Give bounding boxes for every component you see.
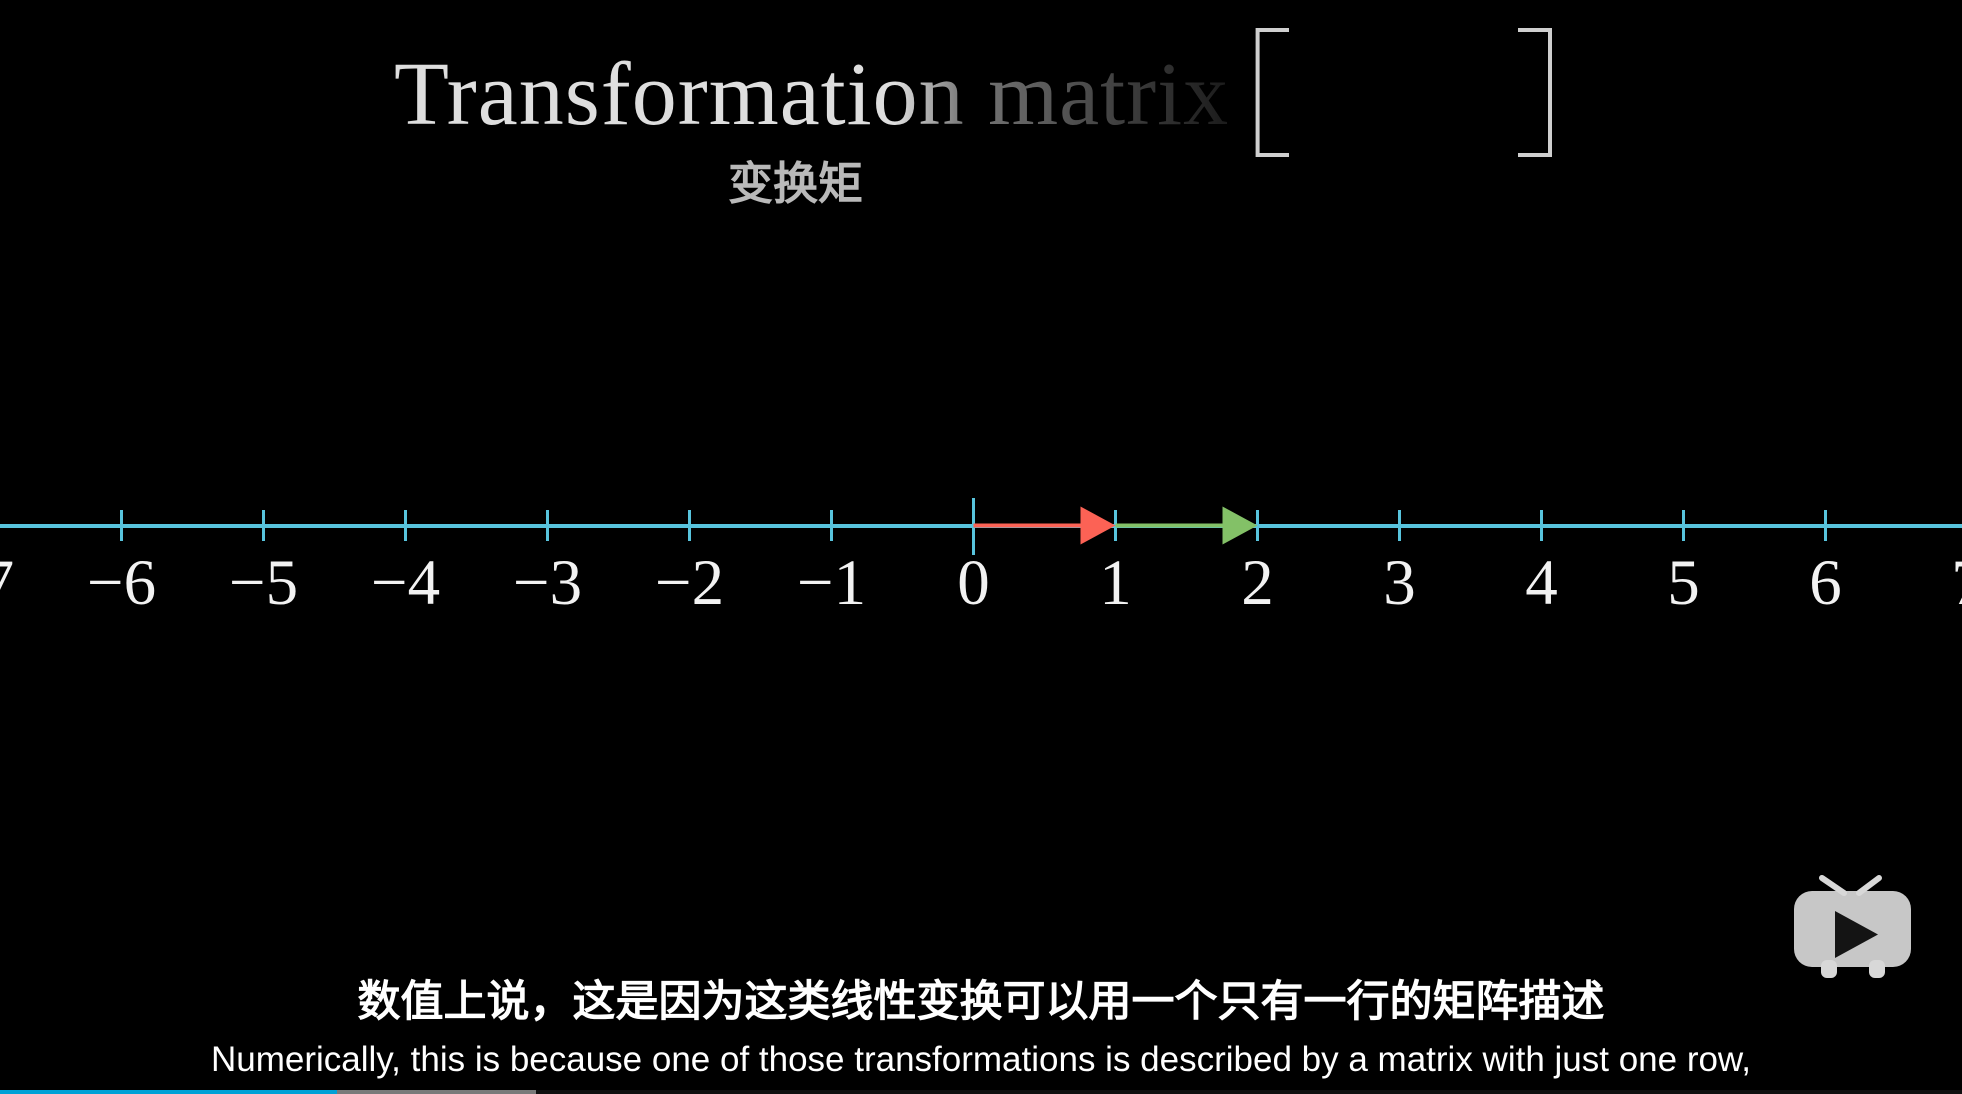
video-frame[interactable]: Transformation matrix 变换矩 −7−6−5−4−3−2−1…: [0, 0, 1962, 1094]
progress-bar[interactable]: [0, 1090, 1962, 1094]
tick-label: 1: [1099, 551, 1132, 616]
tick-label: 4: [1525, 551, 1558, 616]
tick-label: −2: [654, 551, 725, 616]
tick-label: −6: [86, 551, 157, 616]
tick-label: −3: [512, 551, 583, 616]
tick-mark: [1398, 510, 1401, 541]
tick-label: −5: [228, 551, 299, 616]
tick-label: 2: [1241, 551, 1274, 616]
progress-played: [0, 1090, 338, 1094]
tick-mark: [1824, 510, 1827, 541]
tick-mark: [120, 510, 123, 541]
tick-label: −1: [796, 551, 867, 616]
tick-label: 7: [1951, 551, 1962, 616]
tick-mark: [1114, 510, 1117, 541]
tick-mark: [1682, 510, 1685, 541]
tick-mark: [1256, 510, 1259, 541]
tick-mark: [830, 510, 833, 541]
tick-label: 3: [1383, 551, 1416, 616]
subtitle-chinese: 数值上说，这是因为这类线性变换可以用一个只有一行的矩阵描述: [357, 977, 1605, 1027]
tick-mark: [688, 510, 691, 541]
bilibili-tv-icon: [1794, 875, 1911, 978]
tick-mark: [1540, 510, 1543, 541]
origin-tick: [972, 498, 975, 555]
tick-mark: [262, 510, 265, 541]
tick-label: −4: [370, 551, 441, 616]
tick-label: −7: [0, 551, 14, 616]
tick-label: 6: [1809, 551, 1842, 616]
tick-mark: [404, 510, 407, 541]
number-line: −7 −6 −5 −4 −3 −2 −1 0 1 2 3 4 5 6 7: [0, 0, 1962, 1094]
subtitle-english: Numerically, this is because one of thos…: [210, 1040, 1752, 1079]
tick-mark: [546, 510, 549, 541]
tick-label: 5: [1667, 551, 1700, 616]
tick-label: 0: [957, 551, 990, 616]
number-line-axis: [0, 523, 1962, 528]
